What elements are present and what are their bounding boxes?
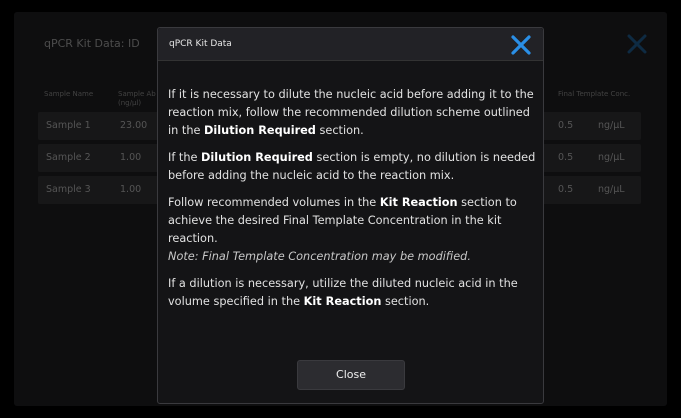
close-icon[interactable] [509,33,533,57]
dialog-title: qPCR Kit Data [169,39,232,49]
dialog-body: If it is necessary to dilute the nucleic… [168,86,536,320]
kit-reaction-label: Kit Reaction [303,295,382,308]
instruction-diluted-volume: If a dilution is necessary, utilize the … [168,277,518,308]
kit-reaction-label: Kit Reaction [379,196,458,209]
dialog-header: qPCR Kit Data [158,28,543,61]
instruction-dilution: If it is necessary to dilute the nucleic… [168,88,534,137]
dilution-required-label: Dilution Required [204,124,316,137]
concentration-note: Note: Final Template Concentration may b… [168,250,471,263]
close-button[interactable]: Close [297,360,405,390]
instruction-no-dilution: If the Dilution Required section is empt… [168,151,536,182]
qpcr-kit-data-dialog: qPCR Kit Data If it is necessary to dilu… [157,27,544,404]
dilution-required-label: Dilution Required [201,151,313,164]
instruction-kit-volumes: Follow recommended volumes in the Kit Re… [168,194,536,266]
